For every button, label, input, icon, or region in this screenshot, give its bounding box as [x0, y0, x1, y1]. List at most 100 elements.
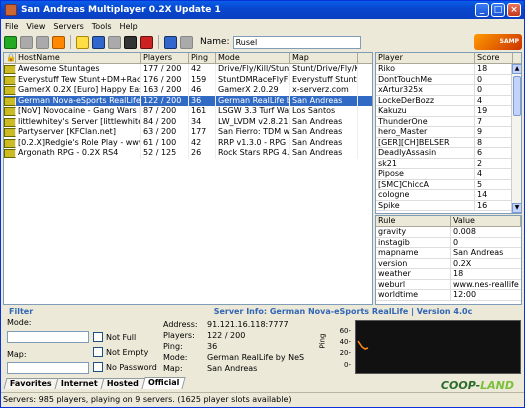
search-icon[interactable]: [180, 35, 193, 49]
list-item[interactable]: worldtime 12:00: [376, 290, 521, 301]
table-row[interactable]: littlewhitey's Server [littlewhiteys.co.…: [4, 116, 372, 127]
player-name: cologne: [376, 190, 475, 200]
hostname-cell: Partyserver [KFClan.net]: [16, 127, 141, 138]
list-item[interactable]: DontTouchMe 0: [376, 74, 521, 85]
list-item[interactable]: xArtur325x 0: [376, 85, 521, 96]
list-item[interactable]: cologne 14: [376, 190, 521, 201]
server-info-panel: Server Info: German Nova-eSports RealLif…: [163, 307, 523, 377]
mode-cell: San Fierro: TDM w: [218, 127, 290, 138]
player-score: 5: [477, 179, 483, 189]
list-item[interactable]: Spike 16: [376, 200, 521, 211]
lock-column-header[interactable]: 🔒: [4, 53, 16, 63]
table-row[interactable]: Partyserver [KFClan.net] 63 / 200 177 San F…: [4, 127, 372, 138]
no-password-checkbox[interactable]: No Password: [93, 362, 157, 372]
rule-value: 12:00: [453, 290, 477, 299]
samp-logo: SAMP: [474, 34, 522, 50]
close-button[interactable]: ×: [507, 3, 521, 17]
rules-list: Rule Value gravity 0.008 instagib 0 mapname S…: [375, 215, 522, 305]
table-row[interactable]: [0.2.X]Redgie's Role Play - www.Redgie61…: [4, 137, 372, 148]
delete-icon[interactable]: [36, 35, 49, 49]
menu-servers[interactable]: Servers: [53, 22, 83, 31]
player-name: DeadlyAssasin: [376, 148, 475, 158]
value-column-header[interactable]: Value: [451, 216, 521, 226]
list-item[interactable]: gravity 0.008: [376, 227, 521, 238]
maximize-button[interactable]: □: [491, 3, 505, 17]
table-row[interactable]: Argonath RPG - 0.2X RS4 52 / 125 26 Rock St…: [4, 148, 372, 159]
mode-cell: Rock Stars RPG 4.: [218, 148, 290, 159]
menu-help[interactable]: Help: [120, 22, 138, 31]
list-item[interactable]: Kakuzu 19: [376, 106, 521, 117]
players-cell: 87 / 200: [141, 106, 189, 117]
tab-internet[interactable]: Internet: [54, 378, 105, 389]
server-info-title: Server Info: German Nova-eSports RealLif…: [213, 307, 473, 316]
minimize-button[interactable]: _: [475, 3, 489, 17]
list-item[interactable]: weburl www.nes-reallife: [376, 279, 521, 290]
player-name: Kakuzu: [376, 106, 475, 116]
player-column-header[interactable]: Player: [376, 53, 475, 63]
ping-graph: [355, 320, 521, 374]
server-properties-icon[interactable]: [20, 35, 33, 49]
table-row[interactable]: [NoV] Novocaine - Gang Wars [novclan87 /…: [4, 106, 372, 117]
tab-official[interactable]: Official: [140, 377, 186, 389]
connect-icon[interactable]: [4, 35, 17, 49]
list-item[interactable]: DeadlyAssasin 6: [376, 148, 521, 159]
menu-file[interactable]: File: [5, 22, 18, 31]
table-row[interactable]: Everystuff Tew Stunt+DM+Race 176 / 200 159…: [4, 74, 372, 85]
table-row[interactable]: Awesome Stuntages 177 / 200 42 Drive/Fly/Ki…: [4, 64, 372, 75]
help-icon[interactable]: [164, 35, 177, 49]
tab-hosted[interactable]: Hosted: [100, 378, 146, 389]
list-item[interactable]: [GER][CH]BELSER 8: [376, 137, 521, 148]
settings-icon[interactable]: [140, 35, 153, 49]
player-name-input[interactable]: Rusel: [232, 35, 361, 49]
refresh-icon[interactable]: [52, 35, 65, 49]
mode-filter-input[interactable]: [7, 331, 89, 343]
mode-column-header[interactable]: Mode: [216, 53, 290, 63]
list-item[interactable]: hero_Master 9: [376, 127, 521, 138]
edit-icon[interactable]: [108, 35, 121, 49]
list-item[interactable]: ThunderOne 7: [376, 116, 521, 127]
list-item[interactable]: Pipose 4: [376, 169, 521, 180]
list-item[interactable]: sk21 2: [376, 158, 521, 169]
list-item[interactable]: mapname San Andreas: [376, 248, 521, 259]
lock-icon: [4, 65, 16, 74]
list-item[interactable]: version 0.2X: [376, 258, 521, 269]
players-column-header[interactable]: Players: [141, 53, 189, 63]
copy-info-icon[interactable]: [92, 35, 105, 49]
player-score: 4: [477, 95, 483, 105]
table-row[interactable]: GamerX 0.2X [Euro] Happy Easter!163 / 20…: [4, 85, 372, 96]
score-column-header[interactable]: Score: [475, 53, 513, 63]
list-item[interactable]: weather 18: [376, 269, 521, 280]
list-item[interactable]: Riko 18: [376, 64, 521, 75]
rule-column-header[interactable]: Rule: [376, 216, 451, 226]
menu-tools[interactable]: Tools: [92, 22, 112, 31]
player-score: 8: [477, 137, 483, 147]
menu-view[interactable]: View: [26, 22, 45, 31]
list-item[interactable]: LockeDerBozz 4: [376, 95, 521, 106]
ping-cell: 161: [189, 106, 216, 117]
mode-value: German RealLife by NeS: [207, 353, 305, 362]
hostname-cell: German Nova-eSports RealLife | Versio: [18, 95, 141, 106]
not-empty-checkbox[interactable]: Not Empty: [93, 347, 148, 357]
list-item[interactable]: instagib 0: [376, 237, 521, 248]
mode-cell: LSGW 3.3 Turf Wa: [218, 106, 290, 117]
player-name: [SMC]ChiccA: [376, 179, 475, 189]
map-filter-input[interactable]: [7, 362, 89, 374]
hostname-cell: Everystuff Tew Stunt+DM+Race: [18, 74, 141, 85]
ping-column-header[interactable]: Ping: [189, 53, 216, 63]
player-name: Pipose: [376, 169, 475, 179]
add-favorite-icon[interactable]: [76, 35, 89, 49]
console-icon[interactable]: [124, 35, 137, 49]
rule-value: 0: [453, 237, 459, 247]
player-list-scrollbar[interactable]: ▲ ▼: [511, 64, 521, 213]
tab-favorites[interactable]: Favorites: [3, 378, 59, 389]
scroll-up-icon[interactable]: ▲: [512, 64, 521, 74]
hostname-column-header[interactable]: HostName: [16, 53, 141, 63]
map-cell: San Andreas: [290, 127, 358, 138]
not-full-checkbox[interactable]: Not Full: [93, 332, 136, 342]
list-item[interactable]: [SMC]ChiccA 5: [376, 179, 521, 190]
scroll-down-icon[interactable]: ▼: [512, 203, 521, 213]
scroll-thumb[interactable]: [513, 76, 521, 116]
table-row[interactable]: German Nova-eSports RealLife | Versio122…: [4, 95, 372, 106]
map-cell: Everystuff Stunt: [292, 74, 358, 85]
map-column-header[interactable]: Map: [290, 53, 358, 63]
